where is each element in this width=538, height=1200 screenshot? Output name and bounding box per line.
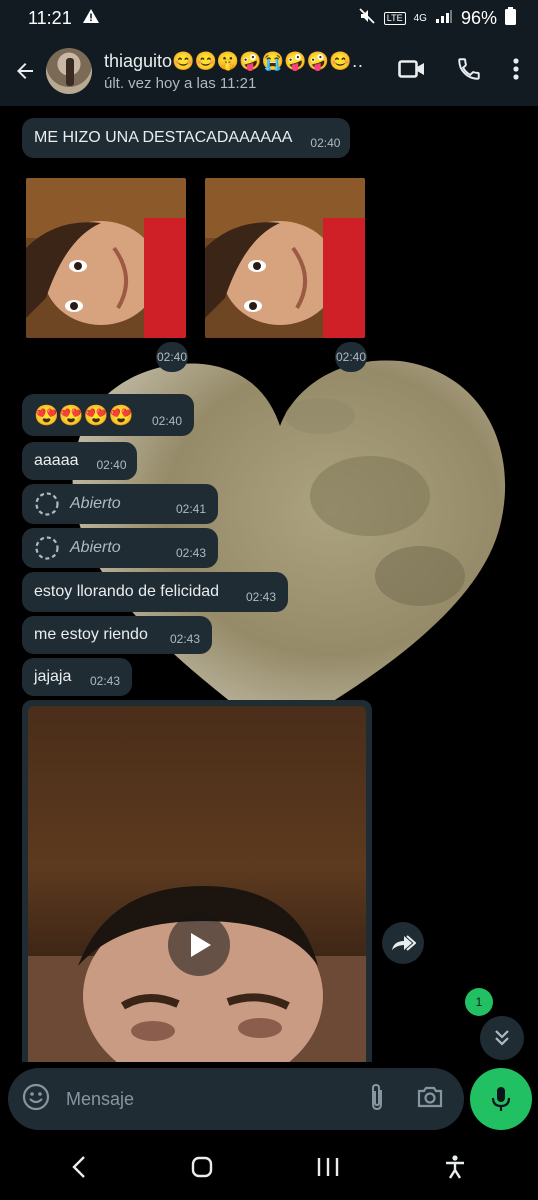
message-bubble[interactable]: jajaja 02:43 [22,658,132,696]
message-text: ME HIZO UNA DESTACADAAAAAA [34,129,293,146]
video-message[interactable] [22,700,372,1062]
unread-count-badge: 1 [465,988,493,1016]
battery-level: 96% [460,7,497,28]
chat-area[interactable]: ME HIZO UNA DESTACADAAAAAA 02:40 02:40 0 [0,106,538,1062]
accessibility-icon [445,1154,464,1179]
play-icon [191,933,211,957]
message-time: 02:40 [151,414,182,428]
message-bubble[interactable]: aaaaa 02:40 [22,442,137,480]
more-options-button[interactable] [512,57,520,86]
message-bubble[interactable]: me estoy riendo 02:43 [22,616,212,654]
voice-message-button[interactable] [470,1068,532,1130]
microphone-icon [491,1087,511,1111]
nav-recents-button[interactable] [316,1156,340,1183]
status-time: 11:21 [28,7,72,28]
camera-button[interactable] [416,1085,444,1114]
scroll-to-bottom-button[interactable] [480,1016,524,1060]
attach-button[interactable] [368,1082,386,1117]
emoji-icon [22,1083,50,1110]
chevron-left-icon [72,1155,86,1178]
message-text: Abierto [70,539,121,556]
forward-button[interactable] [382,922,424,964]
view-once-icon [35,492,59,516]
shared-photo[interactable] [26,178,186,338]
video-call-button[interactable] [398,58,426,85]
photo-time: 02:40 [335,342,367,372]
chat-header: thiaguito😊😊🤫🤪😭🤪🤪😊… últ. vez hoy a las 11… [0,36,538,106]
message-text: aaaaa [34,452,79,469]
paperclip-icon [372,1083,382,1110]
contact-last-seen: últ. vez hoy a las 11:21 [104,74,257,92]
nav-home-button[interactable] [190,1155,214,1184]
message-bubble[interactable]: 😍😍😍😍 02:40 [22,394,194,436]
message-bubble[interactable]: estoy llorando de felicidad 02:43 [22,572,288,612]
message-time: 02:43 [175,546,206,560]
message-time: 02:41 [175,502,206,516]
contact-name: thiaguito😊😊🤫🤪😭🤪🤪😊… [104,50,364,71]
message-time: 02:43 [89,674,120,688]
message-time: 02:40 [96,458,127,472]
volte-icon: LTE [383,11,406,25]
kebab-menu-icon [513,57,519,80]
back-button[interactable] [6,46,44,96]
video-camera-icon [398,59,424,78]
message-text: 😍😍😍😍 [34,404,134,427]
view-once-message[interactable]: Abierto 02:41 [22,484,218,524]
message-text: estoy llorando de felicidad [34,583,220,600]
message-input[interactable]: Mensaje [66,1089,368,1110]
camera-icon [417,1086,443,1107]
play-button[interactable] [168,914,230,976]
network-type: 4G [413,12,427,24]
message-time: 02:43 [245,590,276,604]
accessibility-button[interactable] [443,1154,467,1185]
message-time: 02:43 [169,632,200,646]
forward-icon [392,935,416,951]
shared-photo[interactable] [205,178,365,338]
nav-back-button[interactable] [71,1155,87,1184]
message-composer[interactable]: Mensaje [8,1068,464,1130]
voice-call-button[interactable] [456,56,482,87]
photo-time: 02:40 [156,342,188,372]
warning-icon [82,8,100,29]
view-once-message[interactable]: Abierto 02:43 [22,528,218,568]
battery-icon [505,6,516,30]
double-chevron-down-icon [495,1030,509,1046]
emoji-button[interactable] [22,1083,50,1116]
view-once-icon [35,536,59,560]
video-thumbnail [28,706,366,1062]
message-text: jajaja [34,668,72,685]
recents-icon [318,1157,339,1176]
system-navigation-bar [0,1138,538,1200]
signal-icon [435,8,453,29]
message-time: 02:40 [310,136,341,150]
message-text: me estoy riendo [34,626,148,643]
status-bar: 11:21 LTE 4G 96% [0,0,538,36]
mute-icon [358,7,376,30]
arrow-left-icon [17,63,33,79]
avatar[interactable] [46,48,92,94]
message-text: Abierto [70,495,121,512]
phone-icon [458,57,480,80]
contact-info[interactable]: thiaguito😊😊🤫🤪😭🤪🤪😊… últ. vez hoy a las 11… [104,51,364,92]
home-icon [191,1156,212,1177]
message-bubble[interactable]: ME HIZO UNA DESTACADAAAAAA 02:40 [22,118,350,158]
